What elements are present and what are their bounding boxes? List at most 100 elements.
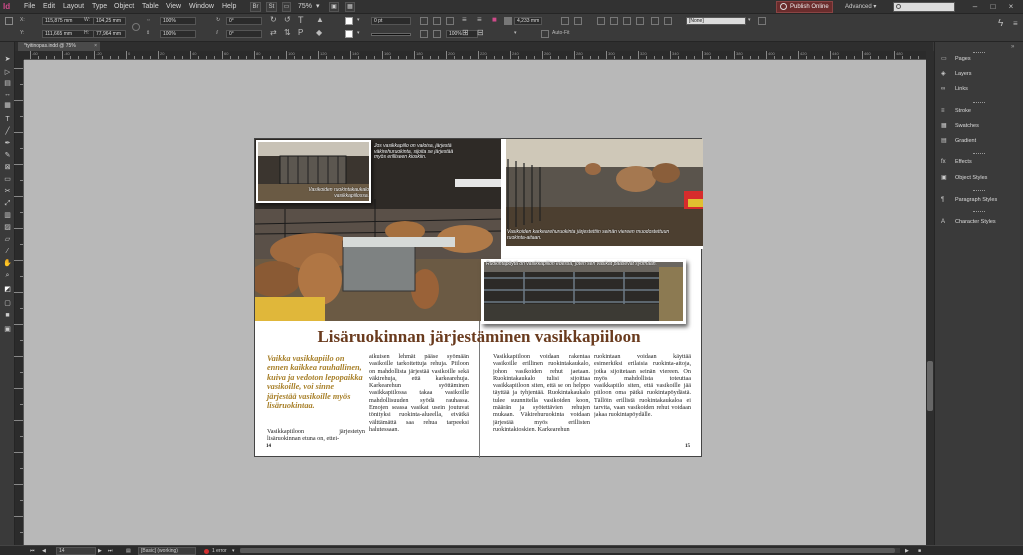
menu-type[interactable]: Type [92, 2, 107, 12]
rotate-90-cw-icon[interactable]: ↻ [270, 16, 277, 24]
workspace-switcher[interactable]: Advanced ▾ [845, 2, 876, 12]
arrange-documents-icon[interactable]: ▦ [345, 2, 355, 12]
panel-group-grip[interactable] [973, 190, 985, 192]
fx-icon[interactable] [623, 17, 631, 25]
pen-tool-icon[interactable]: ✒ [3, 140, 12, 148]
vertical-scroll-thumb[interactable] [927, 361, 933, 411]
panel-links[interactable]: ∞ Links [935, 84, 1023, 95]
wrap-around-icon[interactable] [651, 17, 659, 25]
fill-swatch-icon[interactable] [345, 17, 353, 25]
chevron-down-icon[interactable]: ▾ [316, 2, 320, 12]
offset-field[interactable]: 4,233 mm [514, 17, 542, 25]
menu-window[interactable]: Window [189, 2, 214, 12]
fill-stroke-swatch-icon[interactable]: ◩ [3, 286, 12, 294]
wrap-jump-icon[interactable] [664, 17, 672, 25]
panel-group-grip[interactable] [973, 102, 985, 104]
close-icon[interactable]: × [1006, 2, 1016, 12]
horizontal-scroll-thumb[interactable] [240, 548, 895, 553]
menu-help[interactable]: Help [222, 2, 236, 12]
panel-paragraph-styles[interactable]: ¶ Paragraph Styles [935, 195, 1023, 206]
apply-color-icon[interactable]: ■ [3, 312, 12, 320]
publish-online-button[interactable]: Publish Online [776, 1, 833, 13]
stroke-type-selector[interactable] [371, 33, 411, 36]
menu-edit[interactable]: Edit [43, 2, 55, 12]
rotate-field[interactable]: 0° [226, 17, 262, 25]
stroke-weight-field[interactable]: 0 pt [371, 17, 411, 25]
menu-object[interactable]: Object [114, 2, 134, 12]
distribute-icon[interactable]: ⊞ [462, 29, 469, 37]
gradient-swatch-tool-icon[interactable]: ▥ [3, 212, 12, 220]
ruler-origin[interactable] [15, 51, 24, 60]
height-field[interactable]: 77,964 mm [93, 30, 126, 38]
preflight-profile[interactable]: [Basic] (working) [138, 547, 196, 555]
horizontal-ruler[interactable]: -60 -40 -20 0 20 40 60 80 100 120 140 160 180 200 220 2… [24, 51, 926, 60]
corner-options-icon[interactable] [597, 17, 605, 25]
preflight-errors[interactable]: 1 error [212, 547, 227, 555]
fit-content-icon[interactable] [446, 17, 454, 25]
auto-fit-checkbox[interactable] [541, 30, 549, 38]
scroll-end-icon[interactable]: ■ [918, 547, 921, 555]
panel-pages[interactable]: ▭ Pages [935, 54, 1023, 65]
collapse-panels-icon[interactable]: » [1011, 44, 1014, 50]
content-collector-icon[interactable]: ▦ [3, 102, 12, 110]
stock-button[interactable]: St [266, 2, 277, 12]
drop-shadow-icon[interactable] [504, 17, 512, 25]
select-container-icon[interactable]: ▲ [316, 16, 324, 24]
center-content-icon[interactable] [420, 30, 428, 38]
last-page-icon[interactable]: ⏭ [108, 547, 113, 555]
photo-feeding-table[interactable] [481, 259, 686, 324]
p-icon[interactable]: P [298, 29, 303, 37]
open-page-icon[interactable]: ▤ [126, 547, 131, 555]
stroke-swatch-icon[interactable] [345, 30, 353, 38]
panel-character-styles[interactable]: A Character Styles [935, 217, 1023, 228]
gradient-feather-tool-icon[interactable]: ▨ [3, 224, 12, 232]
panel-swatches[interactable]: ▦ Swatches [935, 121, 1023, 132]
panel-group-grip[interactable] [973, 153, 985, 155]
scissors-tool-icon[interactable]: ✂ [3, 188, 12, 196]
minimize-icon[interactable]: – [970, 2, 980, 12]
text-wrap-icon[interactable] [420, 17, 428, 25]
next-page-icon[interactable]: ▶ [98, 547, 102, 555]
screen-mode-icon[interactable]: ▣ [3, 326, 12, 334]
align-objects-icon[interactable]: ⊟ [477, 29, 484, 37]
panel-object-styles[interactable]: ▣ Object Styles [935, 173, 1023, 184]
select-content-icon[interactable]: ◆ [316, 29, 322, 37]
chevron-down-icon[interactable]: ▾ [357, 29, 360, 37]
align-left-icon[interactable]: ≡ [462, 16, 467, 24]
scale-x-field[interactable]: 100% [160, 17, 196, 25]
chevron-down-icon[interactable]: ▾ [357, 16, 360, 24]
hand-tool-icon[interactable]: ✋ [3, 260, 12, 268]
vertical-ruler[interactable] [14, 60, 24, 545]
panel-menu-icon[interactable]: ≡ [1013, 20, 1018, 28]
gap-tool-icon[interactable]: ↔ [3, 91, 12, 99]
page-number-field[interactable]: 14 [56, 547, 96, 555]
flip-vertical-icon[interactable]: ⇅ [284, 29, 291, 37]
document-tab[interactable]: *tyitinopas.indd @ 75% × [18, 42, 100, 51]
frame-grid-icon[interactable] [574, 17, 582, 25]
effects-icon[interactable]: ■ [492, 16, 497, 24]
text-on-path-icon[interactable]: T [298, 16, 304, 25]
maximize-icon[interactable]: □ [988, 2, 998, 12]
type-tool-icon[interactable]: T [3, 116, 12, 124]
menu-view[interactable]: View [166, 2, 181, 12]
document-spread[interactable]: Vasikoiden ruokintakaukalo vasikkapiilos… [254, 138, 703, 458]
chevron-down-icon[interactable]: ▾ [748, 16, 751, 24]
scale-y-field[interactable]: 100% [160, 30, 196, 38]
panel-layers[interactable]: ◈ Layers [935, 69, 1023, 80]
shear-field[interactable]: 0° [226, 30, 262, 38]
rectangle-frame-tool-icon[interactable]: ⊠ [3, 164, 12, 172]
screen-mode-icon[interactable]: ▣ [329, 2, 339, 12]
panel-effects[interactable]: fx Effects [935, 157, 1023, 168]
fit-frame-icon[interactable] [433, 17, 441, 25]
scroll-right-icon[interactable]: ▶ [905, 547, 909, 555]
zoom-tool-icon[interactable]: ⌕ [3, 272, 12, 280]
menu-table[interactable]: Table [142, 2, 159, 12]
selection-tool-icon[interactable]: ➤ [3, 56, 12, 64]
flip-horizontal-icon[interactable]: ⇄ [270, 29, 277, 37]
preflight-menu-icon[interactable]: ▾ [232, 547, 235, 555]
line-tool-icon[interactable]: ╱ [3, 128, 12, 136]
panel-stroke[interactable]: ≡ Stroke [935, 106, 1023, 117]
direct-selection-tool-icon[interactable]: ▷ [3, 69, 12, 77]
rotate-90-ccw-icon[interactable]: ↺ [284, 16, 291, 24]
bridge-button[interactable]: Br [250, 2, 261, 12]
